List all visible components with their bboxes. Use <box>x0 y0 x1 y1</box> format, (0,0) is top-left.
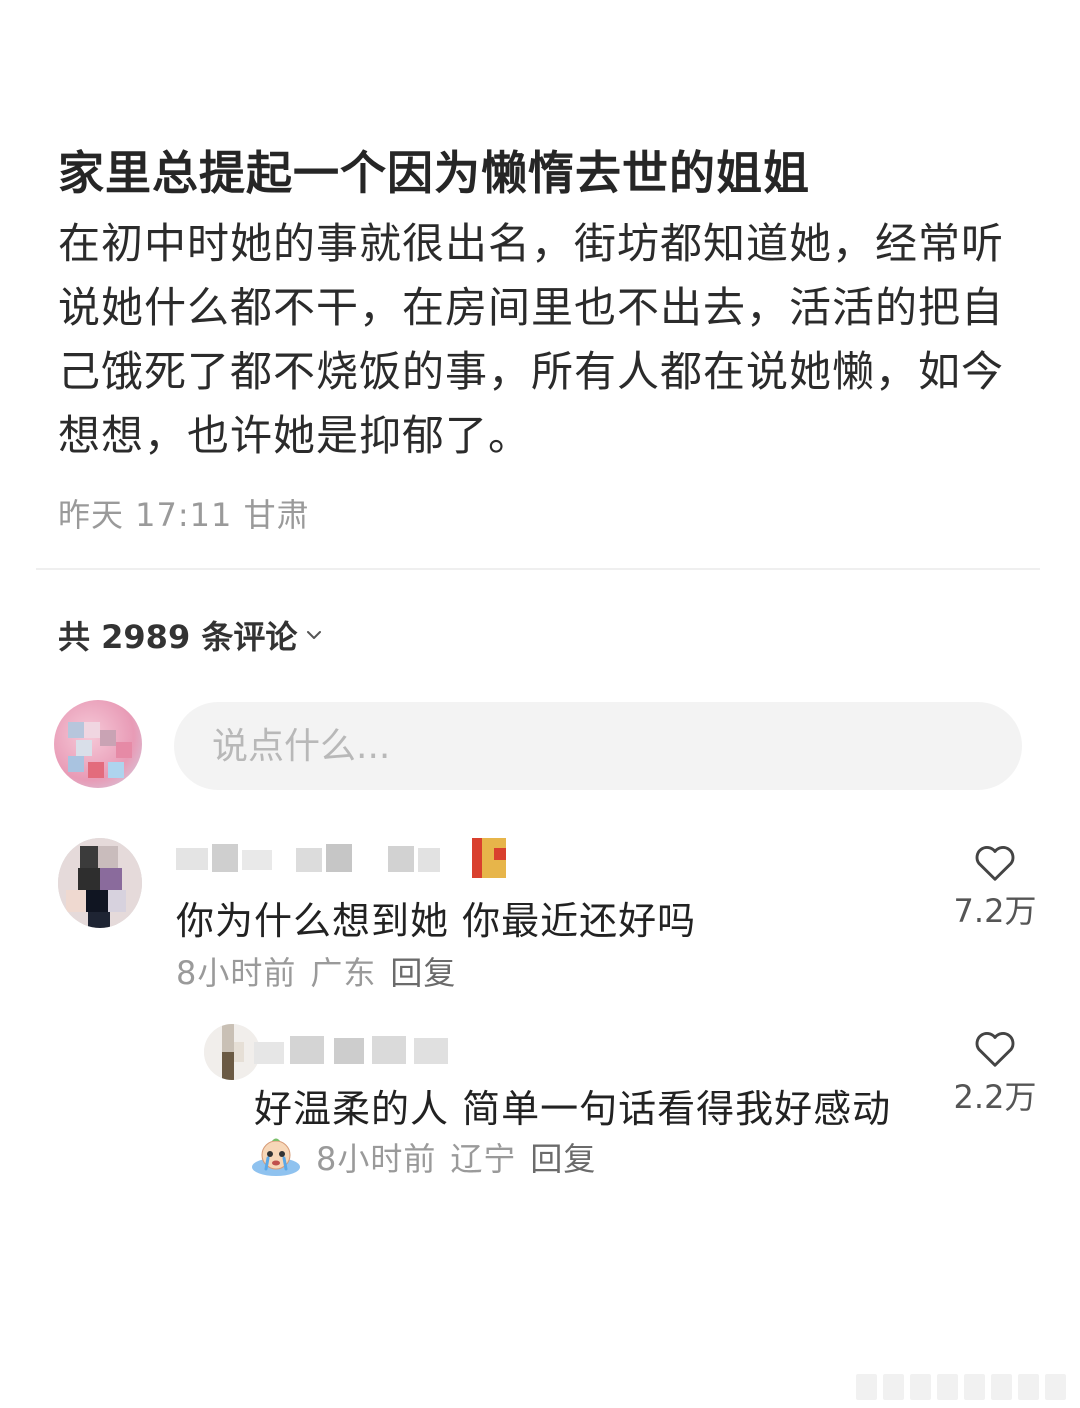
post-title: 家里总提起一个因为懒惰去世的姐姐 <box>58 146 810 200</box>
post-meta: 昨天 17:11 甘肃 <box>58 490 1038 536</box>
heart-icon <box>975 846 1015 881</box>
reply-time: 8小时前 <box>316 1140 437 1178</box>
heart-icon <box>975 1032 1015 1067</box>
post-time: 昨天 17:11 <box>58 496 233 534</box>
chevron-down-icon <box>307 631 322 639</box>
comment-input[interactable] <box>174 702 1022 790</box>
comment-item: 你为什么想到她 你最近还好吗 8小时前 广东 回复 7.2万 <box>58 838 1048 998</box>
comment-text: 你为什么想到她 你最近还好吗 <box>176 899 697 943</box>
like-count: 2.2万 <box>953 1078 1037 1116</box>
like-button[interactable]: 2.2万 <box>940 1028 1050 1118</box>
commenter-nickname-blurred[interactable] <box>176 838 516 878</box>
comment-meta: 8小时前 广东 回复 <box>176 948 456 994</box>
crying-emoji-icon <box>252 1138 300 1176</box>
reply-button[interactable]: 回复 <box>530 1134 596 1180</box>
reply-text: 好温柔的人 简单一句话看得我好感动 <box>254 1087 892 1131</box>
comment-input-row <box>54 700 1024 792</box>
watermark <box>856 1374 1066 1400</box>
comment-count-toggle[interactable]: 共 2989 条评论 <box>58 612 323 658</box>
my-avatar[interactable] <box>54 700 142 788</box>
divider <box>36 568 1040 570</box>
comment-location: 广东 <box>310 954 377 992</box>
reply-meta: 8小时前 辽宁 回复 <box>250 1134 596 1180</box>
comment-count-label: 共 2989 条评论 <box>58 618 298 656</box>
post: 家里总提起一个因为懒惰去世的姐姐 在初中时她的事就很出名，街坊都知道她，经常听说… <box>58 140 1038 536</box>
post-location: 甘肃 <box>243 496 310 534</box>
reply-button[interactable]: 回复 <box>390 948 456 994</box>
reply-location: 辽宁 <box>450 1140 517 1178</box>
comment-time: 8小时前 <box>176 954 297 992</box>
replier-nickname-blurred[interactable] <box>254 1024 514 1064</box>
replier-avatar[interactable] <box>204 1024 260 1080</box>
commenter-avatar[interactable] <box>58 838 142 928</box>
reply-item: 好温柔的人 简单一句话看得我好感动 8小时前 辽宁 回复 2.2万 <box>58 1024 1048 1184</box>
like-count: 7.2万 <box>953 892 1037 930</box>
post-body: 在初中时她的事就很出名，街坊都知道她，经常听说她什么都不干，在房间里也不出去，活… <box>58 219 1005 460</box>
like-button[interactable]: 7.2万 <box>940 842 1050 932</box>
